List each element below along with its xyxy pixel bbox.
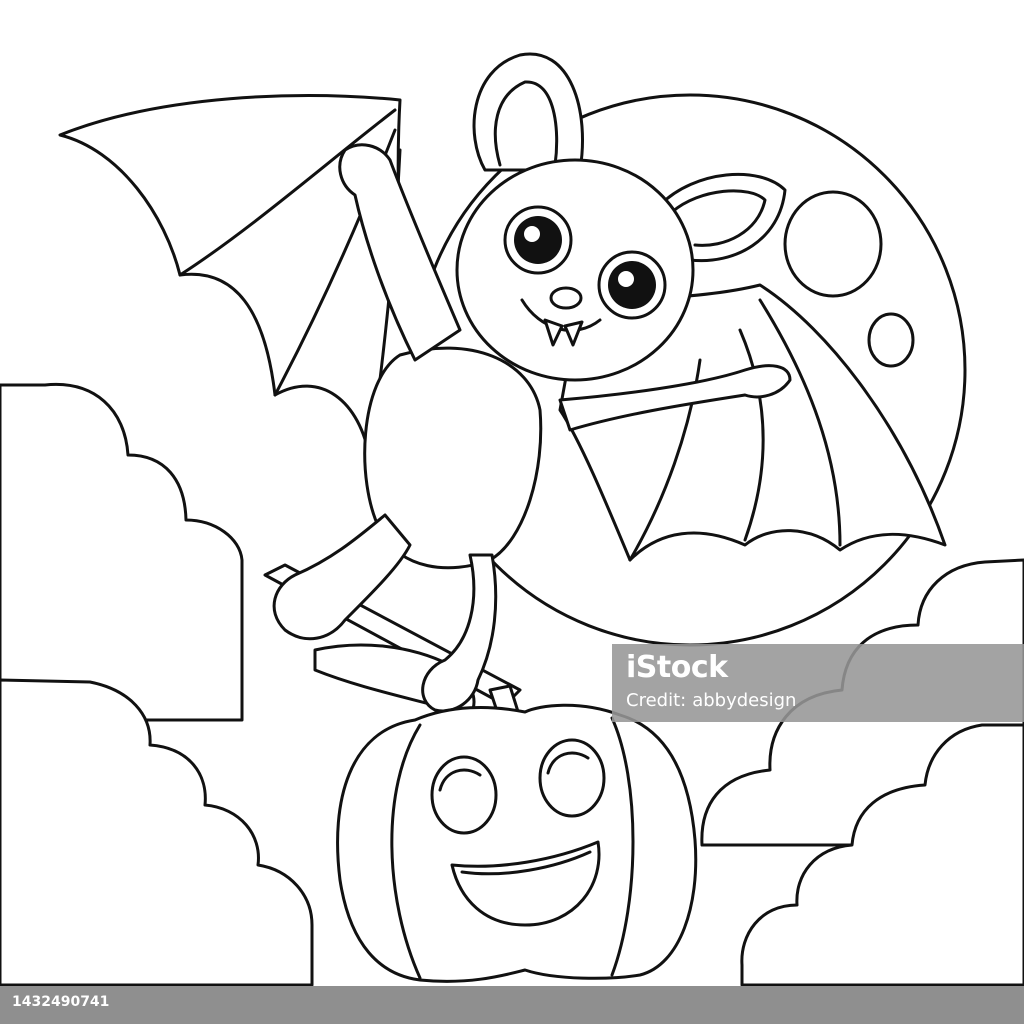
image-id: 1432490741 bbox=[12, 994, 110, 1010]
coloring-page: iStock Credit: abbydesign 1432490741 bbox=[0, 0, 1024, 1024]
credit-line: Credit: abbydesign bbox=[626, 690, 796, 711]
jack-o-lantern bbox=[336, 684, 698, 983]
left-clouds bbox=[0, 382, 314, 987]
watermark-band: iStock Credit: abbydesign bbox=[612, 644, 1024, 722]
illustration bbox=[0, 52, 1024, 987]
istock-logo: iStock bbox=[626, 650, 728, 685]
credit-name: abbydesign bbox=[692, 690, 797, 711]
credit-label: Credit: bbox=[626, 690, 687, 711]
footer-bar: 1432490741 bbox=[0, 986, 1024, 1024]
